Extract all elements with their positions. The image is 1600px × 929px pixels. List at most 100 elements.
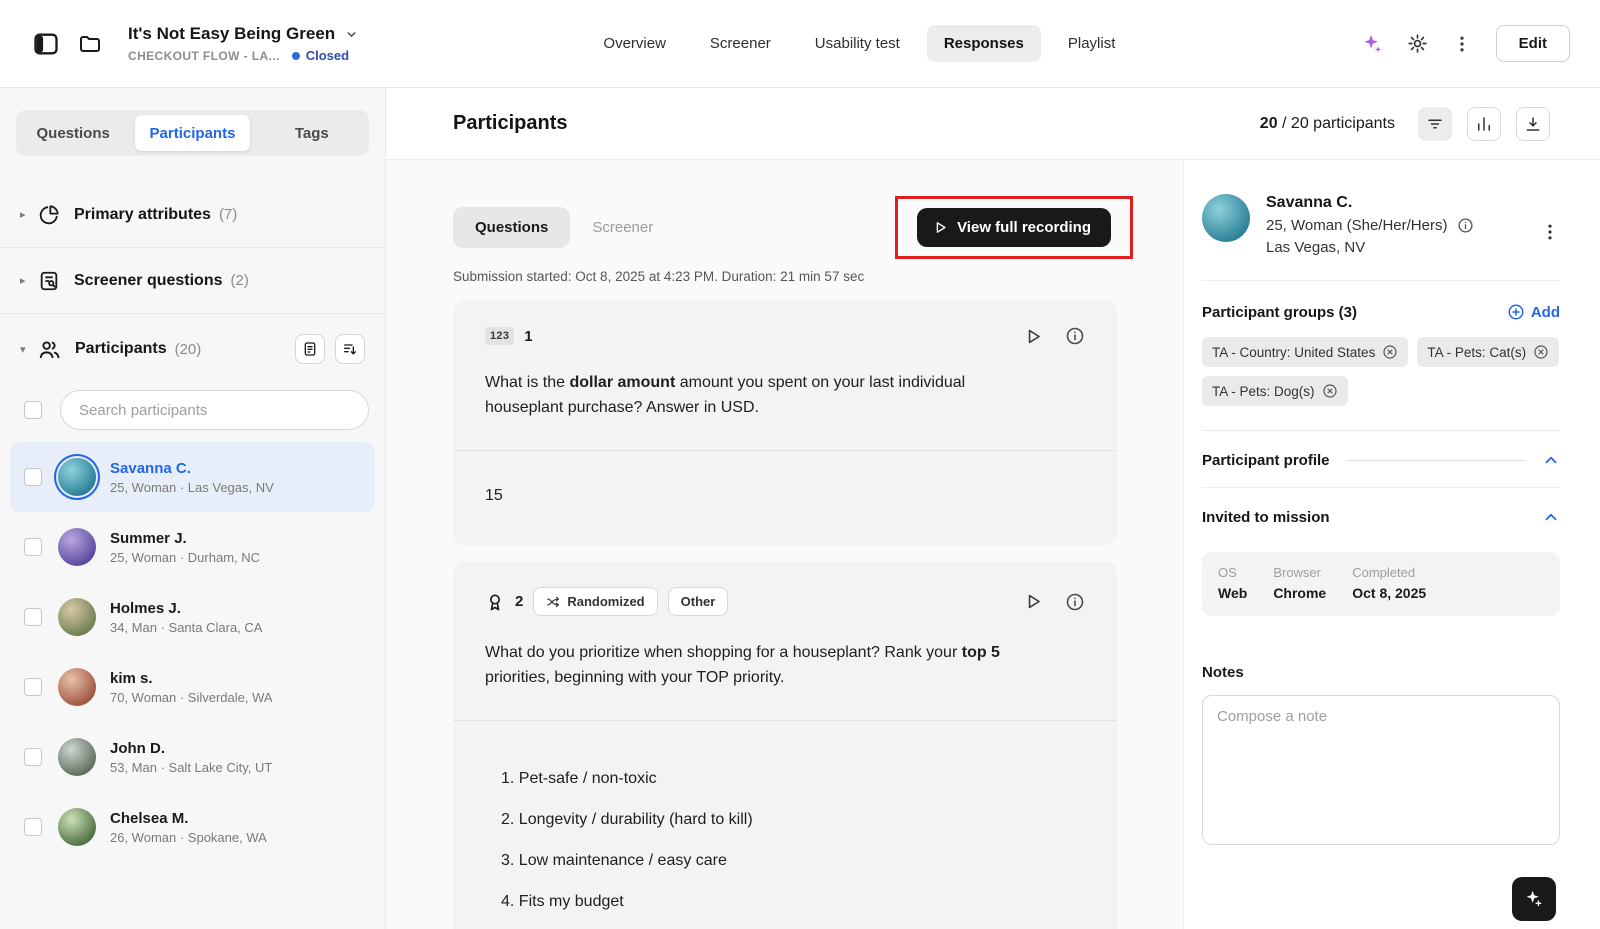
participant-demographics: 25, Woman (She/Her/Hers) <box>1266 217 1447 234</box>
nav-responses[interactable]: Responses <box>927 25 1041 62</box>
caret-right-icon[interactable]: ▸ <box>20 208 36 221</box>
play-icon[interactable] <box>1024 592 1043 611</box>
select-all-checkbox[interactable] <box>24 401 42 419</box>
add-group-button[interactable]: Add <box>1507 303 1560 321</box>
mission-browser: Browser Chrome <box>1273 565 1326 601</box>
play-icon[interactable] <box>1024 327 1043 346</box>
participant-location: Las Vegas, NV <box>1266 239 1474 256</box>
participant-checkbox[interactable] <box>24 818 42 836</box>
sort-icon-button[interactable] <box>335 334 365 364</box>
tab-questions-main[interactable]: Questions <box>453 207 570 248</box>
tab-screener-main[interactable]: Screener <box>576 207 669 248</box>
participant-checkbox[interactable] <box>24 608 42 626</box>
question-number: 2 <box>515 593 523 610</box>
question-text: What do you prioritize when shopping for… <box>485 640 1045 690</box>
participant-row-kim[interactable]: kim s. 70, Woman · Silverdale, WA <box>10 652 375 722</box>
remove-group-icon[interactable] <box>1533 344 1549 360</box>
chevron-down-icon[interactable] <box>345 28 358 41</box>
download-button[interactable] <box>1516 107 1550 141</box>
sidebar-toggle-button[interactable] <box>32 30 60 58</box>
chevron-up-icon[interactable] <box>1542 451 1560 469</box>
group-chip: TA - Country: United States <box>1202 337 1408 367</box>
chart-view-button[interactable] <box>1467 107 1501 141</box>
remove-group-icon[interactable] <box>1322 383 1338 399</box>
browser-value: Chrome <box>1273 585 1326 601</box>
invited-to-mission-section[interactable]: Invited to mission <box>1202 508 1560 526</box>
answer-value: 15 <box>485 487 503 504</box>
responses-main: Questions Screener View full recording S… <box>386 160 1183 929</box>
status-badge: Closed <box>292 48 349 63</box>
participant-profile-section[interactable]: Participant profile <box>1202 451 1560 469</box>
participant-checkbox[interactable] <box>24 538 42 556</box>
ai-assistant-button[interactable] <box>1512 877 1556 921</box>
participant-row-savanna[interactable]: Savanna C. 25, Woman · Las Vegas, NV <box>10 442 375 512</box>
group-chip: TA - Pets: Cat(s) <box>1417 337 1559 367</box>
search-input[interactable] <box>60 390 369 430</box>
group-chip-label: TA - Pets: Dog(s) <box>1212 384 1315 399</box>
annotation-highlight: View full recording <box>895 196 1133 259</box>
sidebar-section-screener-questions[interactable]: ▸ Screener questions (2) <box>0 248 385 314</box>
participant-checkbox[interactable] <box>24 678 42 696</box>
note-input[interactable] <box>1202 695 1560 845</box>
answer-rank-item: 1. Pet-safe / non-toxic <box>485 769 1085 789</box>
main-nav: Overview Screener Usability test Respons… <box>358 25 1361 62</box>
nav-overview[interactable]: Overview <box>586 25 683 62</box>
filter-button[interactable] <box>1418 107 1452 141</box>
tab-tags[interactable]: Tags <box>255 110 369 156</box>
participant-name: Chelsea M. <box>110 810 267 827</box>
people-icon <box>38 338 61 361</box>
kebab-menu-icon[interactable] <box>1452 34 1472 54</box>
info-icon[interactable] <box>1065 326 1085 346</box>
section-label: Primary attributes <box>74 206 211 224</box>
question-text: What is the dollar amount amount you spe… <box>485 370 1045 420</box>
ai-sparkle-icon[interactable] <box>1361 33 1383 55</box>
participant-meta: 25, Woman · Durham, NC <box>110 550 260 565</box>
project-title-block: It's Not Easy Being Green CHECKOUT FLOW … <box>128 24 358 63</box>
avatar <box>58 808 96 846</box>
section-title: Invited to mission <box>1202 509 1330 526</box>
participant-search-row <box>0 384 385 442</box>
info-icon[interactable] <box>1457 217 1474 234</box>
sidebar-section-primary-attributes[interactable]: ▸ Primary attributes (7) <box>0 182 385 248</box>
answer-rank-item: 4. Fits my budget <box>485 892 1085 912</box>
folder-icon[interactable] <box>78 32 102 56</box>
topbar-right: Edit <box>1361 25 1570 62</box>
group-chip-label: TA - Pets: Cat(s) <box>1427 345 1526 360</box>
sidebar-section-participants[interactable]: ▾ Participants (20) <box>0 314 385 384</box>
randomized-label: Randomized <box>567 594 644 609</box>
nav-playlist[interactable]: Playlist <box>1051 25 1133 62</box>
completed-label: Completed <box>1352 565 1426 580</box>
avatar <box>58 458 96 496</box>
numeric-question-icon: 123 <box>485 327 514 345</box>
view-full-recording-button[interactable]: View full recording <box>917 208 1111 247</box>
kebab-menu-icon[interactable] <box>1540 222 1560 256</box>
edit-button[interactable]: Edit <box>1496 25 1570 62</box>
participant-row-john[interactable]: John D. 53, Man · Salt Lake City, UT <box>10 722 375 792</box>
os-value: Web <box>1218 585 1247 601</box>
participant-name: Summer J. <box>110 530 260 547</box>
caret-right-icon[interactable]: ▸ <box>20 274 36 287</box>
participant-checkbox[interactable] <box>24 748 42 766</box>
info-icon[interactable] <box>1065 592 1085 612</box>
ranking-question-icon <box>485 592 505 612</box>
participant-group-chips: TA - Country: United States TA - Pets: C… <box>1202 337 1560 406</box>
remove-group-icon[interactable] <box>1382 344 1398 360</box>
section-count: (7) <box>219 206 237 223</box>
tab-questions[interactable]: Questions <box>16 110 130 156</box>
participant-row-chelsea[interactable]: Chelsea M. 26, Woman · Spokane, WA <box>10 792 375 862</box>
notes-title: Notes <box>1202 664 1560 681</box>
nav-usability-test[interactable]: Usability test <box>798 25 917 62</box>
participants-header: Participants 20 / 20 participants <box>386 88 1600 160</box>
divider <box>1202 280 1560 281</box>
caret-down-icon[interactable]: ▾ <box>20 343 36 356</box>
question-card-1: 123 1 What is the dollar <box>453 300 1117 545</box>
participant-row-summer[interactable]: Summer J. 25, Woman · Durham, NC <box>10 512 375 582</box>
nav-screener[interactable]: Screener <box>693 25 788 62</box>
settings-gear-icon[interactable] <box>1407 33 1428 54</box>
chevron-up-icon[interactable] <box>1542 508 1560 526</box>
report-icon-button[interactable] <box>295 334 325 364</box>
tab-participants[interactable]: Participants <box>135 115 249 151</box>
participant-checkbox[interactable] <box>24 468 42 486</box>
participant-row-holmes[interactable]: Holmes J. 34, Man · Santa Clara, CA <box>10 582 375 652</box>
browser-label: Browser <box>1273 565 1326 580</box>
